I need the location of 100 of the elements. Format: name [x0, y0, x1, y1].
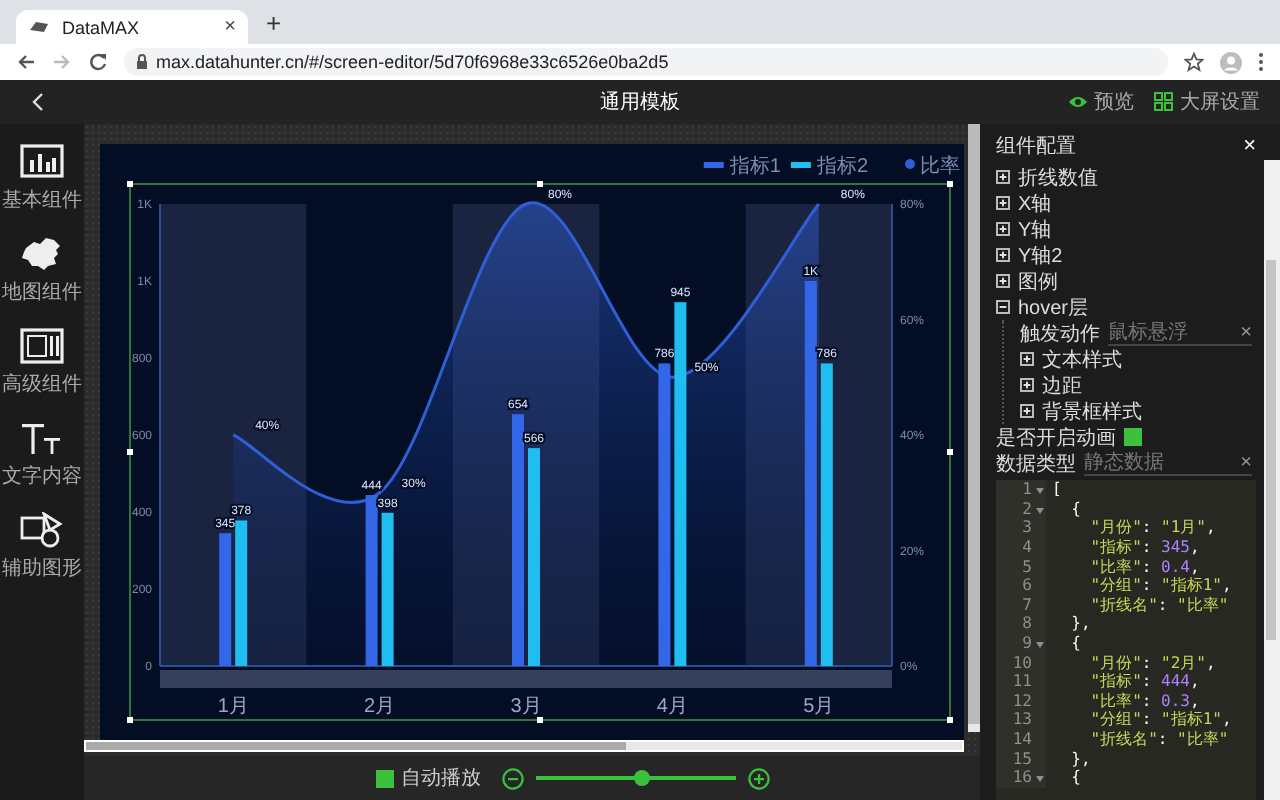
panel-title: 组件配置 — [996, 133, 1076, 160]
autoplay-label: 自动播放 — [401, 765, 481, 792]
tree-item[interactable]: 边距 — [1020, 372, 1264, 398]
line-number: 16 — [1012, 768, 1032, 787]
line-number: 5 — [1022, 557, 1032, 576]
eye-icon — [1068, 94, 1088, 110]
line-number: 2 — [1022, 499, 1032, 518]
scrollbar[interactable] — [84, 740, 964, 752]
browser-tab[interactable]: DataMAX × — [16, 10, 248, 44]
favicon-icon — [28, 20, 50, 34]
chart-icon — [20, 144, 64, 180]
expand-icon[interactable] — [996, 196, 1010, 210]
lock-icon — [136, 54, 148, 70]
tree-item[interactable]: Y轴2 — [996, 242, 1264, 268]
tab-title: DataMAX — [62, 17, 140, 37]
expand-icon[interactable] — [1020, 352, 1034, 366]
line-number: 3 — [1022, 518, 1032, 537]
fold-icon[interactable] — [1036, 775, 1044, 782]
code-line: "指标": 444, — [1088, 670, 1200, 693]
tree-item[interactable]: Y轴 — [996, 216, 1264, 242]
autoplay-checkbox[interactable] — [375, 769, 393, 787]
expand-icon[interactable] — [1020, 378, 1034, 392]
sidebar-item[interactable]: 地图组件 — [0, 236, 84, 306]
bar[interactable] — [674, 302, 687, 666]
zoom-out-icon[interactable] — [501, 767, 523, 789]
axis-label: 4月 — [656, 696, 688, 718]
reload-icon[interactable] — [88, 52, 108, 72]
code-line: "月份": "2月", — [1088, 651, 1216, 673]
line-number: 9 — [1022, 634, 1032, 653]
close-button[interactable]: × — [1243, 134, 1256, 158]
menu-icon[interactable] — [1258, 52, 1264, 72]
fold-icon[interactable] — [1036, 488, 1044, 494]
field-label: 数据类型 — [996, 451, 1076, 477]
field-label: 触发动作 — [1020, 321, 1100, 347]
line-number: 14 — [1012, 730, 1032, 749]
tree-item[interactable]: 文本样式 — [1020, 346, 1264, 372]
line-number: 13 — [1012, 710, 1032, 729]
code-line: "比率": 0.4, — [1088, 555, 1200, 577]
expand-icon[interactable] — [996, 170, 1010, 184]
slider-thumb[interactable] — [633, 770, 649, 786]
tab-close-button[interactable]: × — [224, 16, 236, 38]
sidebar-item[interactable]: 高级组件 — [0, 328, 84, 398]
code-line: { — [1069, 634, 1081, 653]
code-line: }, — [1069, 749, 1091, 768]
code-line: [ — [1050, 480, 1062, 499]
line-number: 12 — [1012, 691, 1032, 710]
code-line: "分组": "指标1", — [1088, 575, 1232, 597]
map-icon — [20, 236, 64, 272]
sidebar-item[interactable]: 辅助图形 — [0, 512, 84, 582]
line-number: 8 — [1022, 614, 1032, 633]
line-number: 4 — [1022, 538, 1032, 557]
address-bar[interactable]: max.datahunter.cn/#/screen-editor/5d70f6968e33c6526e0ba2d5 — [124, 48, 1168, 76]
zoom-in-icon[interactable] — [747, 767, 769, 789]
legend-label: 指标2 — [816, 156, 868, 178]
bar[interactable] — [219, 533, 232, 666]
line-number: 15 — [1012, 749, 1032, 768]
collapse-icon[interactable] — [996, 300, 1010, 314]
star-icon[interactable] — [1184, 52, 1204, 72]
axis-label: 3月 — [510, 696, 542, 718]
scrollbar[interactable] — [1264, 160, 1280, 800]
grid-icon — [1154, 92, 1174, 112]
screen-settings-button[interactable]: 大屏设置 — [1154, 88, 1260, 116]
bar[interactable] — [235, 520, 248, 666]
sidebar-item[interactable]: 文字内容 — [0, 420, 84, 490]
legend-label: 比率 — [920, 156, 960, 178]
tree-item[interactable]: 图例 — [996, 268, 1264, 294]
scrollbar[interactable] — [968, 124, 980, 732]
new-tab-button[interactable]: + — [260, 8, 288, 44]
axis-label: 5月 — [803, 696, 835, 718]
code-line: "折线名": "比率" — [1088, 593, 1229, 616]
expand-icon[interactable] — [996, 248, 1010, 262]
select-field[interactable]: 鼠标悬浮 × — [1108, 321, 1252, 345]
expand-icon[interactable] — [996, 274, 1010, 288]
expand-icon[interactable] — [996, 222, 1010, 236]
expand-icon[interactable] — [1020, 404, 1034, 418]
code-line: { — [1069, 768, 1081, 787]
sidebar-item[interactable]: 基本组件 — [0, 144, 84, 214]
code-line: "月份": "1月", — [1088, 516, 1216, 539]
axis-label: 2月 — [364, 696, 396, 718]
layout-icon — [20, 328, 64, 364]
shapes-icon — [20, 512, 64, 548]
code-line: "指标": 345, — [1088, 536, 1200, 559]
code-line: "分组": "指标1", — [1088, 709, 1232, 731]
line-number: 11 — [1012, 672, 1032, 691]
code-line: { — [1069, 499, 1081, 518]
axis-label: 1月 — [217, 696, 249, 718]
line-number: 7 — [1022, 595, 1032, 614]
text-icon — [20, 420, 64, 456]
preview-button[interactable]: 预览 — [1068, 88, 1134, 116]
code-line: "折线名": "比率" — [1088, 728, 1229, 751]
code-editor[interactable]: 1 [ 2 { 3 "月份": "1月", 4 "指标": 345, 5 "比率": 0.4, 6 "分组": "指标1", 7 "折线名": "比率" 8 }, 9 { 10 "月份": "2月", 11 "指标": 444, 12 "比率": 0.3, 13 "分组": "指标1", 14 "折线名": "比率" 15 }, 16 { — [996, 480, 1256, 800]
tree-item[interactable]: 折线数值 — [996, 164, 1264, 190]
animation-checkbox[interactable] — [1124, 428, 1142, 446]
select-field[interactable]: 静态数据 × — [1084, 451, 1252, 475]
back-icon[interactable] — [16, 52, 36, 72]
tree-item[interactable]: hover层 — [996, 294, 1264, 320]
tree-item[interactable]: 背景框样式 — [1020, 398, 1264, 424]
tree-item[interactable]: X轴 — [996, 190, 1264, 216]
zoom-slider[interactable] — [160, 670, 892, 688]
page-title: 通用模板 — [600, 92, 680, 114]
